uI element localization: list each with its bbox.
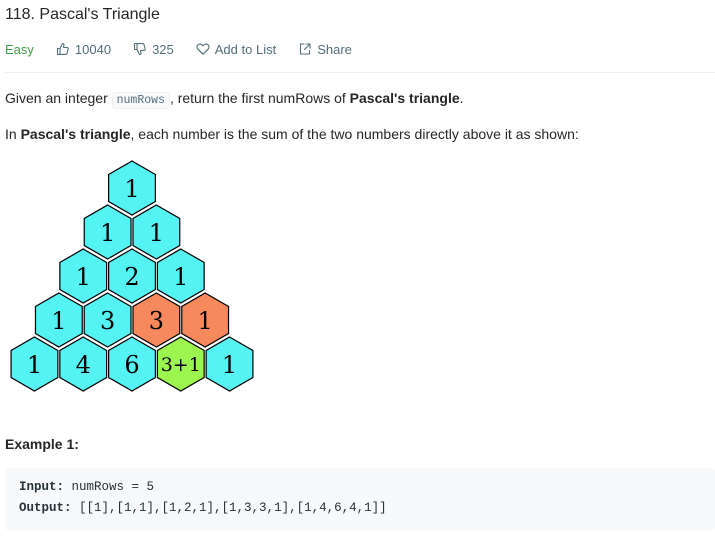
description-paragraph-2: In Pascal's triangle, each number is the… xyxy=(5,126,579,142)
likes-count: 10040 xyxy=(74,41,112,57)
problem-title: 118. Pascal's Triangle xyxy=(5,6,160,23)
example-title: Example 1: xyxy=(5,436,79,452)
hex-label-r1-c0: 1 xyxy=(100,219,115,247)
add-to-list-button[interactable]: Add to List xyxy=(196,42,276,57)
header-divider xyxy=(5,72,715,73)
like-button[interactable]: 10040 xyxy=(56,42,111,57)
thumbs-down-icon xyxy=(134,42,146,56)
thumbs-up-icon xyxy=(56,42,69,56)
dislike-button[interactable]: 325 xyxy=(133,42,174,57)
hex-label-r4-c1: 4 xyxy=(76,351,91,379)
inline-code-numrows: numRows xyxy=(111,92,170,109)
description-paragraph-1: Given an integer numRows, return the fir… xyxy=(5,90,464,109)
share-button[interactable]: Share xyxy=(298,42,352,57)
hex-label-r2-c2: 1 xyxy=(173,263,188,291)
share-label: Share xyxy=(317,41,352,57)
add-to-list-label: Add to List xyxy=(214,41,277,57)
hex-label-r3-c1: 3 xyxy=(100,307,115,335)
hex-label-r4-c2: 6 xyxy=(124,351,139,379)
dislikes-count: 325 xyxy=(152,41,174,57)
hex-label-r2-c1: 2 xyxy=(124,263,139,291)
hex-label-r0-c0: 1 xyxy=(124,175,139,203)
problem-meta-bar: Easy 10040 325 Add to List Share xyxy=(5,40,374,58)
hex-label-r3-c3: 1 xyxy=(198,307,213,335)
hex-label-r1-c1: 1 xyxy=(149,219,164,247)
example-code-block: Input: numRows = 5 Output: [[1],[1,1],[1… xyxy=(5,468,715,530)
pascal-triangle-diagram: 11 11 2 11 3 3 11 4 6 3+1 1 xyxy=(10,160,254,392)
hex-label-r3-c2: 3 xyxy=(149,307,164,335)
heart-icon xyxy=(196,43,210,55)
difficulty-badge: Easy xyxy=(5,41,34,57)
example-output-line: Output: [[1],[1,1],[1,2,1],[1,3,3,1],[1,… xyxy=(19,501,387,515)
hex-label-r3-c0: 1 xyxy=(51,307,66,335)
hex-label-r4-c0: 1 xyxy=(27,351,42,379)
hex-label-r2-c0: 1 xyxy=(76,263,91,291)
hex-label-r4-c3: 3+1 xyxy=(161,354,201,376)
share-icon xyxy=(300,43,311,55)
example-input-line: Input: numRows = 5 xyxy=(19,480,155,494)
hex-label-r4-c4: 1 xyxy=(222,351,237,379)
